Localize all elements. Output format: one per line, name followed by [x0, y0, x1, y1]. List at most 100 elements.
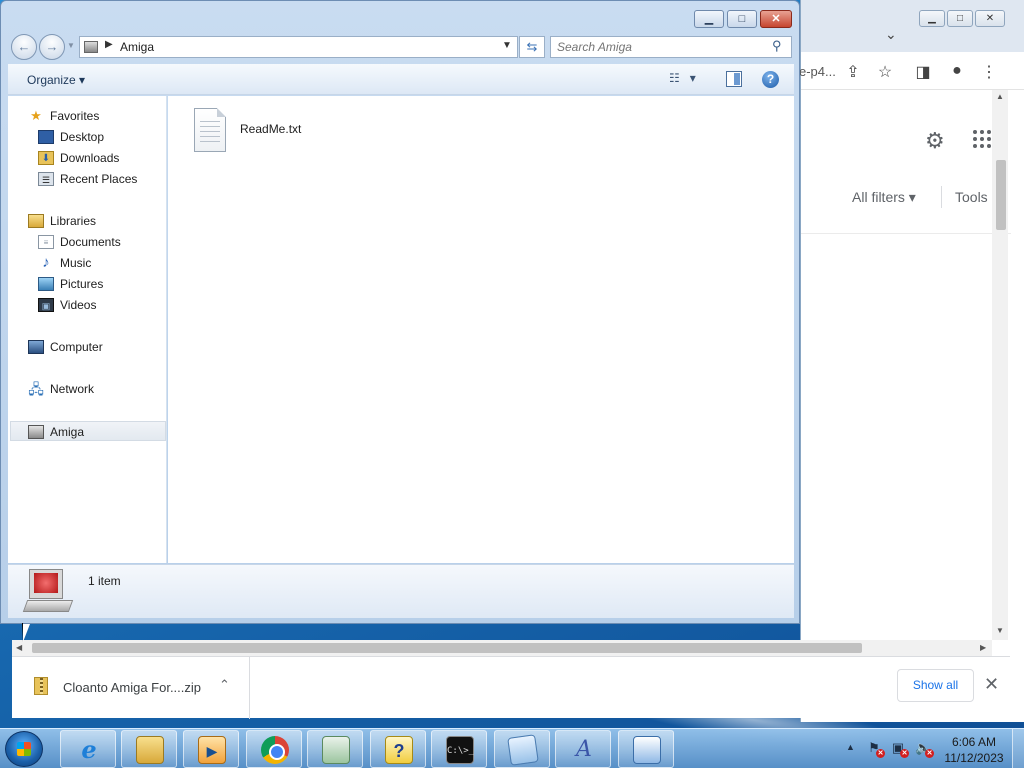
close-button[interactable]: ✕ [760, 10, 792, 28]
breadcrumb-amiga[interactable]: Amiga [120, 40, 154, 54]
chrome-close-button[interactable]: ✕ [975, 10, 1005, 27]
chrome-minimize-button[interactable]: ▁ [919, 10, 945, 27]
documents-icon: ≡ [38, 235, 54, 249]
star-icon: ★ [30, 108, 42, 123]
refresh-button[interactable]: ⇆ [519, 36, 545, 58]
change-view-button[interactable]: ☷ ▾ [669, 71, 713, 89]
profile-icon[interactable]: ● [947, 62, 967, 80]
start-button[interactable] [5, 731, 43, 767]
file-name[interactable]: ReadMe.txt [240, 122, 301, 136]
nav-label: Libraries [50, 214, 97, 228]
downloads-icon: ⬇ [38, 151, 54, 165]
close-shelf-icon[interactable]: ✕ [984, 674, 999, 695]
download-item[interactable]: Cloanto Amiga For....zip ⌃ [12, 657, 250, 719]
taskbar: e ▶ ? C:\>_ A ▲ ⚑ ✕ ▣ ✕ 🔈 ✕ 6:06 AM 11/12/2… [0, 728, 1024, 768]
network-icon: 🖧 [28, 381, 44, 397]
scroll-left-arrow-icon[interactable]: ◀ [16, 643, 22, 652]
show-hidden-icons-icon[interactable]: ▲ [846, 742, 855, 752]
page-divider [801, 233, 1011, 234]
command-prompt-icon: C:\>_ [446, 736, 474, 764]
tab-search-chevron-icon[interactable]: ⌄ [885, 26, 897, 43]
breadcrumb-arrow-icon[interactable]: ▶ [105, 39, 113, 50]
tools-button[interactable]: Tools [955, 189, 988, 205]
item-count: 1 item [88, 574, 121, 588]
taskbar-font-editor[interactable]: A [555, 730, 611, 768]
desktop-icon [38, 130, 54, 144]
scroll-down-arrow-icon[interactable]: ▼ [996, 626, 1004, 635]
taskbar-help[interactable]: ? [370, 730, 426, 768]
taskbar-media-player[interactable]: ▶ [183, 730, 239, 768]
maximize-button[interactable]: □ [727, 10, 757, 28]
action-center-icon[interactable]: ⚑ ✕ [866, 740, 885, 758]
nav-label: Desktop [60, 130, 105, 144]
file-list: ReadMe.txt [168, 96, 794, 563]
taskbar-document-viewer[interactable] [307, 730, 363, 768]
font-editor-icon: A [576, 737, 592, 762]
nav-item-amiga[interactable]: Amiga [10, 421, 166, 441]
nav-label: Music [60, 256, 92, 270]
side-panel-icon[interactable]: ◨ [913, 62, 933, 82]
vertical-scroll-thumb[interactable] [996, 160, 1006, 230]
command-bar: Organize ▾ ☷ ▾ ? [8, 64, 794, 95]
volume-muted-icon[interactable]: 🔈 ✕ [915, 740, 934, 758]
address-bar[interactable]: ▶ Amiga ▼ [79, 36, 518, 58]
nav-label: Amiga [50, 425, 85, 439]
horizontal-scroll-thumb[interactable] [32, 643, 862, 653]
scroll-up-arrow-icon[interactable]: ▲ [996, 92, 1004, 101]
taskbar-windows-explorer[interactable] [121, 730, 177, 768]
libraries-icon [28, 214, 44, 228]
explorer-window: ▁ □ ✕ ← → ▼ ▶ Amiga ▼ ⇆ ⚲ Organize ▾ ☷ ▾… [0, 0, 800, 624]
windows-explorer-icon [136, 736, 164, 764]
more-menu-icon[interactable]: ⋮ [979, 62, 999, 82]
share-icon[interactable]: ⇪ [843, 62, 863, 82]
navigation-pane: ★ Favorites Desktop ⬇ Downloads ☰ Recent… [8, 96, 167, 563]
amiga-computer-icon [22, 569, 74, 615]
url-fragment[interactable]: e-p4... [799, 64, 836, 79]
chrome-icon [261, 736, 289, 764]
google-apps-icon[interactable] [973, 130, 991, 148]
back-arrow-icon[interactable]: ← [11, 34, 37, 60]
vertical-scrollbar[interactable]: ▲ ▼ [992, 90, 1008, 640]
show-all-button[interactable]: Show all [897, 669, 974, 702]
taskbar-notepad[interactable] [494, 730, 550, 768]
organize-button[interactable]: Organize ▾ [27, 73, 85, 87]
settings-gear-icon[interactable]: ⚙ [925, 128, 945, 154]
clock-date[interactable]: 11/12/2023 [941, 751, 1007, 765]
chrome-titlebar: ▁ □ ✕ ⌄ [801, 0, 1024, 52]
nav-label: Pictures [60, 277, 104, 291]
clock-time[interactable]: 6:06 AM [943, 735, 1005, 749]
bookmark-star-icon[interactable]: ☆ [875, 62, 895, 82]
computer-icon [28, 340, 44, 354]
minimize-button[interactable]: ▁ [694, 10, 724, 28]
videos-icon: ▣ [38, 298, 54, 312]
chrome-maximize-button[interactable]: □ [947, 10, 973, 27]
nav-label: Videos [60, 298, 97, 312]
search-input[interactable] [557, 39, 767, 55]
help-icon[interactable]: ? [762, 71, 779, 88]
network-status-icon[interactable]: ▣ ✕ [890, 740, 909, 758]
mouse-cursor-icon [22, 623, 30, 642]
all-filters-button[interactable]: All filters ▾ [852, 189, 916, 206]
download-filename[interactable]: Cloanto Amiga For....zip [63, 680, 201, 695]
preview-pane-icon[interactable] [726, 71, 742, 87]
taskbar-command-prompt[interactable]: C:\>_ [431, 730, 487, 768]
chrome-page: ⚙ All filters ▾ Tools [801, 90, 1011, 630]
document-viewer-icon [322, 736, 350, 764]
search-icon[interactable]: ⚲ [772, 38, 782, 54]
nav-label: Documents [60, 235, 121, 249]
recent-places-icon: ☰ [38, 172, 54, 186]
taskbar-internet-explorer[interactable]: e [60, 730, 116, 768]
keyboard-icon [633, 736, 661, 764]
horizontal-scrollbar[interactable]: ◀ ▶ [12, 640, 992, 656]
recent-pages-dropdown-icon[interactable]: ▼ [67, 41, 75, 50]
address-dropdown-icon[interactable]: ▼ [502, 40, 512, 51]
file-item-readme[interactable]: ReadMe.txt [192, 108, 322, 154]
chevron-up-icon[interactable]: ⌃ [219, 677, 230, 693]
search-box: ⚲ [550, 36, 792, 58]
scroll-right-arrow-icon[interactable]: ▶ [980, 643, 986, 652]
taskbar-keyboard[interactable] [618, 730, 674, 768]
show-desktop-button[interactable] [1012, 729, 1024, 768]
taskbar-chrome[interactable] [246, 730, 302, 768]
forward-arrow-icon[interactable]: → [39, 34, 65, 60]
help-icon: ? [385, 736, 413, 764]
